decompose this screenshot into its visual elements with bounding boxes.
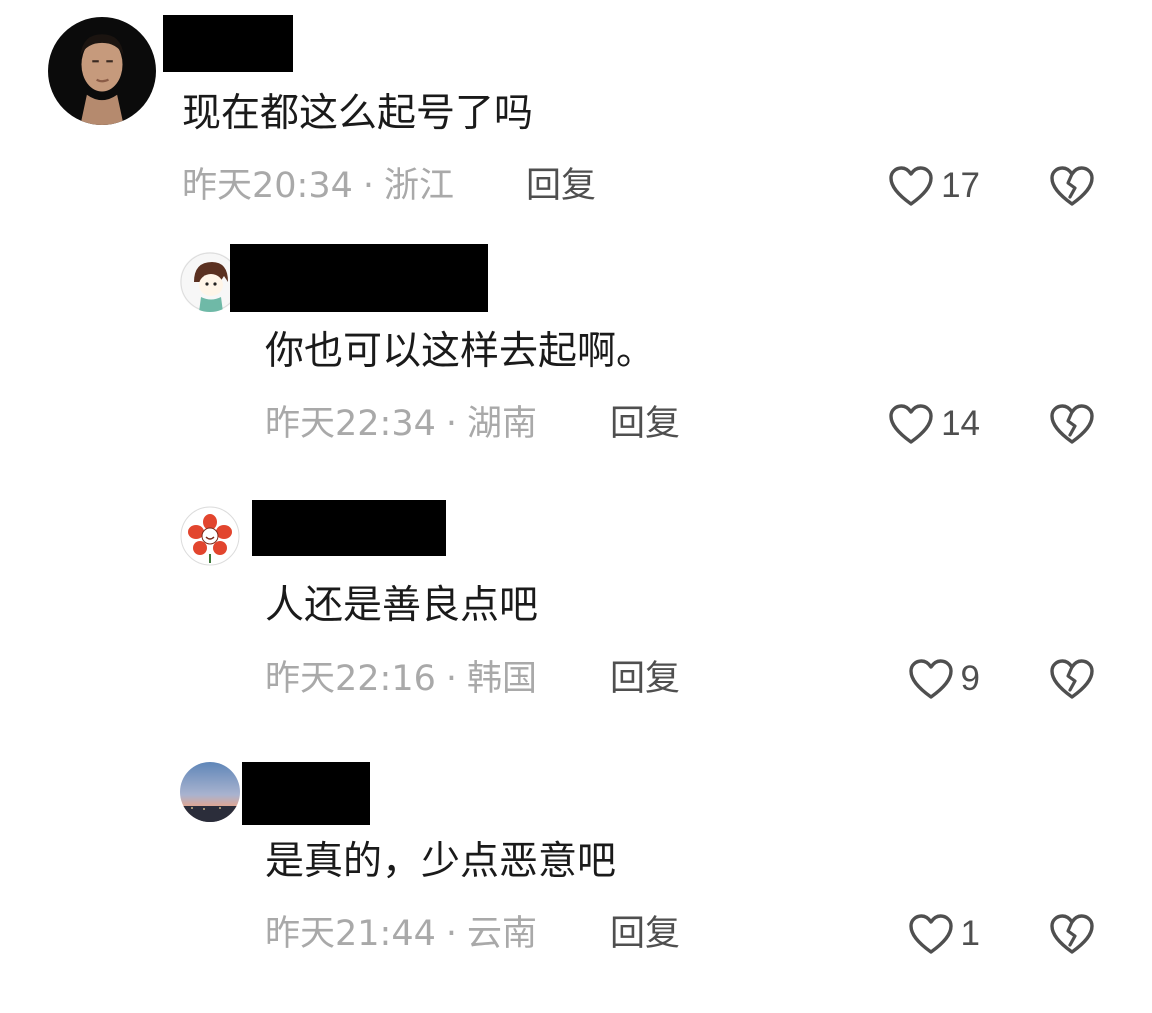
comment-meta: 昨天22:34 · 湖南	[265, 402, 537, 446]
reply-button[interactable]: 回复	[610, 402, 680, 446]
comment-item: 你也可以这样去起啊。 昨天22:34 · 湖南 回复 14	[0, 230, 1152, 480]
like-count: 9	[960, 659, 980, 698]
broken-heart-icon	[1050, 659, 1094, 699]
comment-time: 昨天20:34	[182, 166, 353, 206]
man-portrait-avatar-icon	[48, 17, 156, 125]
comment-meta: 昨天22:16 · 韩国	[265, 657, 537, 701]
comment-location: 湖南	[467, 404, 538, 444]
like-button[interactable]: 1	[860, 912, 980, 956]
dislike-button[interactable]	[1048, 164, 1096, 208]
meta-separator: ·	[362, 166, 375, 206]
dislike-button[interactable]	[1048, 402, 1096, 446]
comment-location: 浙江	[384, 166, 455, 206]
username-redaction	[163, 15, 293, 72]
comment-text: 人还是善良点吧	[265, 583, 539, 628]
like-count: 1	[960, 914, 980, 953]
dislike-button[interactable]	[1048, 657, 1096, 701]
meta-separator: ·	[445, 404, 458, 444]
heart-icon	[889, 166, 933, 206]
commenter-avatar[interactable]	[180, 762, 240, 822]
commenter-avatar[interactable]	[48, 17, 156, 125]
commenter-avatar[interactable]	[180, 506, 240, 566]
comment-location: 韩国	[467, 659, 538, 699]
meta-separator: ·	[445, 914, 458, 954]
reply-button[interactable]: 回复	[610, 657, 680, 701]
broken-heart-icon	[1050, 404, 1094, 444]
comment-text: 你也可以这样去起啊。	[265, 329, 656, 374]
heart-icon	[908, 659, 953, 699]
comment-item: 人还是善良点吧 昨天22:16 · 韩国 回复 9	[0, 480, 1152, 740]
comment-time: 昨天22:16	[265, 659, 436, 699]
dislike-button[interactable]	[1048, 912, 1096, 956]
like-button[interactable]: 9	[860, 657, 980, 701]
comment-item: 现在都这么起号了吗 昨天20:34 · 浙江 回复 17	[0, 0, 1152, 230]
comment-text: 现在都这么起号了吗	[182, 91, 534, 136]
comment-meta: 昨天20:34 · 浙江	[182, 164, 454, 208]
like-button[interactable]: 17	[860, 164, 980, 208]
broken-heart-icon	[1050, 914, 1094, 954]
comment-text: 是真的，少点恶意吧	[265, 839, 617, 884]
comment-meta: 昨天21:44 · 云南	[265, 912, 537, 956]
red-flower-avatar-icon	[180, 506, 240, 566]
heart-icon	[889, 404, 933, 444]
meta-separator: ·	[445, 659, 458, 699]
like-count: 17	[941, 166, 980, 205]
comment-time: 昨天22:34	[265, 404, 436, 444]
like-button[interactable]: 14	[860, 402, 980, 446]
comment-item: 是真的，少点恶意吧 昨天21:44 · 云南 回复 1	[0, 740, 1152, 1013]
username-redaction	[230, 244, 488, 312]
like-count: 14	[941, 404, 980, 443]
comment-time: 昨天21:44	[265, 914, 436, 954]
heart-icon	[908, 914, 953, 954]
comment-location: 云南	[467, 914, 538, 954]
reply-button[interactable]: 回复	[610, 912, 680, 956]
username-redaction	[252, 500, 446, 556]
sunset-sky-avatar-icon	[180, 762, 240, 822]
broken-heart-icon	[1050, 166, 1094, 206]
username-redaction	[242, 762, 370, 825]
reply-button[interactable]: 回复	[526, 164, 596, 208]
